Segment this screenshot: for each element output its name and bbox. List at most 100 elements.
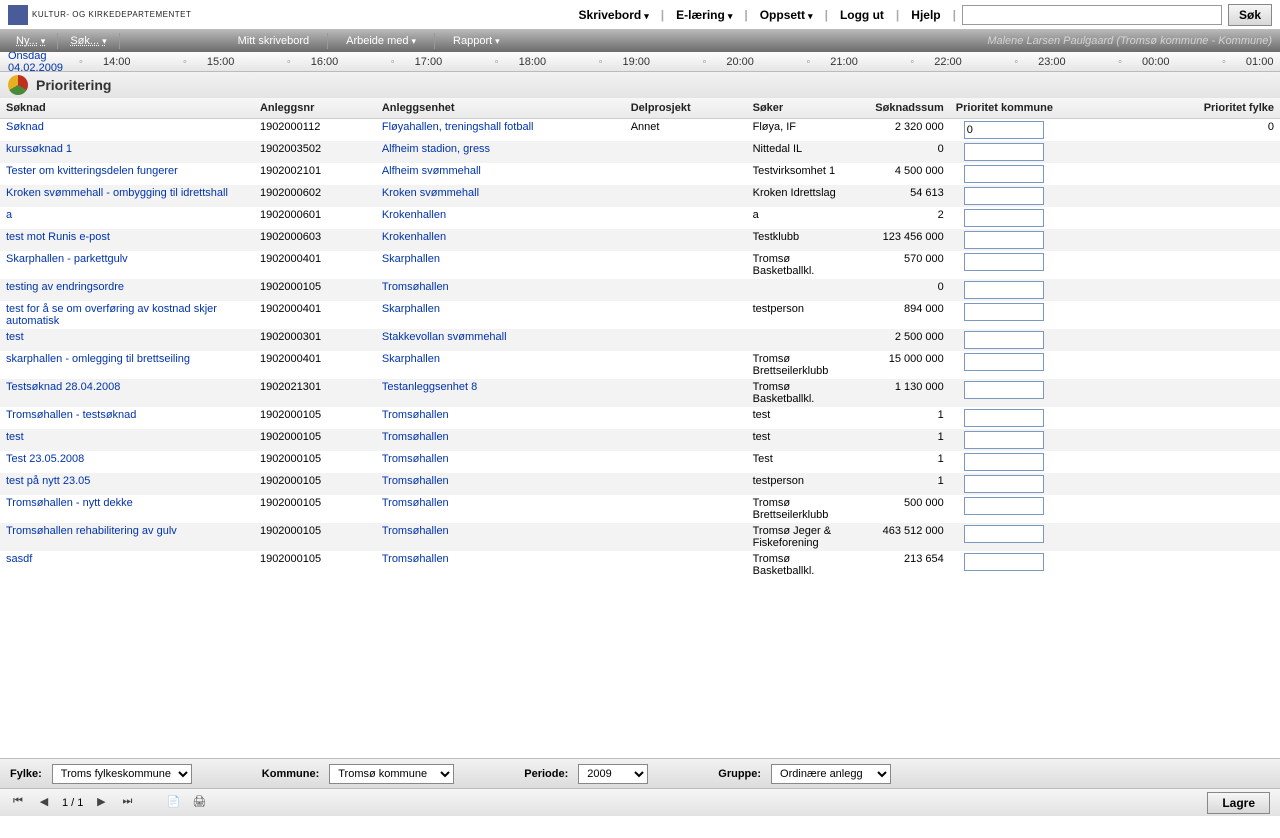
save-button[interactable]: Lagre (1207, 792, 1270, 814)
prioritet-kommune-input[interactable] (964, 121, 1044, 139)
print-icon[interactable]: 🖨 (191, 795, 207, 811)
table-row[interactable]: test på nytt 23.051902000105Tromsøhallen… (0, 473, 1280, 495)
table-row[interactable]: test mot Runis e-post1902000603Krokenhal… (0, 229, 1280, 251)
anleggsenhet-link[interactable]: Skarphallen (382, 253, 440, 265)
table-row[interactable]: kurssøknad 11902003502Alfheim stadion, g… (0, 141, 1280, 163)
table-row[interactable]: test1902000301Stakkevollan svømmehall2 5… (0, 329, 1280, 351)
gruppe-select[interactable]: Ordinære anlegg (771, 764, 891, 784)
search-button[interactable]: Søk (1228, 4, 1272, 26)
menu-ny[interactable]: Ny... (8, 35, 53, 47)
soknad-link[interactable]: Tromsøhallen - nytt dekke (6, 497, 133, 509)
menu-arbeide[interactable]: Arbeide med (332, 35, 430, 47)
nav-last-icon[interactable]: ⏭ (119, 795, 135, 811)
prioritet-kommune-input[interactable] (964, 253, 1044, 271)
prioritet-kommune-input[interactable] (964, 381, 1044, 399)
soknad-link[interactable]: skarphallen - omlegging til brettseiling (6, 353, 190, 365)
menu-mitt[interactable]: Mitt skrivebord (224, 35, 324, 47)
table-row[interactable]: a1902000601Krokenhallena2 (0, 207, 1280, 229)
table-row[interactable]: skarphallen - omlegging til brettseiling… (0, 351, 1280, 379)
soknad-link[interactable]: a (6, 209, 12, 221)
soknad-link[interactable]: Tromsøhallen - testsøknad (6, 409, 136, 421)
soknad-link[interactable]: test (6, 431, 24, 443)
anleggsenhet-link[interactable]: Skarphallen (382, 353, 440, 365)
periode-select[interactable]: 2009 (578, 764, 648, 784)
col-anleggsnr[interactable]: Anleggsnr (254, 98, 376, 119)
anleggsenhet-link[interactable]: Kroken svømmehall (382, 187, 479, 199)
soknad-link[interactable]: test mot Runis e-post (6, 231, 110, 243)
anleggsenhet-link[interactable]: Tromsøhallen (382, 525, 449, 537)
fylke-select[interactable]: Troms fylkeskommune (52, 764, 192, 784)
table-row[interactable]: Tromsøhallen - testsøknad1902000105Troms… (0, 407, 1280, 429)
nav-prev-icon[interactable]: ◀ (36, 795, 52, 811)
date-link[interactable]: Onsdag 04.02.2009 (8, 50, 63, 74)
link-elaering[interactable]: E-læring (670, 8, 738, 22)
link-hjelp[interactable]: Hjelp (905, 8, 946, 22)
kommune-select[interactable]: Tromsø kommune (329, 764, 454, 784)
menu-sok[interactable]: Søk... (62, 35, 114, 47)
table-row[interactable]: Test 23.05.20081902000105TromsøhallenTes… (0, 451, 1280, 473)
table-row[interactable]: Skarphallen - parkettgulv1902000401Skarp… (0, 251, 1280, 279)
soknad-link[interactable]: Søknad (6, 121, 44, 133)
anleggsenhet-link[interactable]: Tromsøhallen (382, 281, 449, 293)
anleggsenhet-link[interactable]: Tromsøhallen (382, 475, 449, 487)
table-row[interactable]: Tromsøhallen - nytt dekke1902000105Troms… (0, 495, 1280, 523)
col-pf[interactable]: Prioritet fylke (1128, 98, 1280, 119)
nav-next-icon[interactable]: ▶ (93, 795, 109, 811)
prioritet-kommune-input[interactable] (964, 209, 1044, 227)
prioritet-kommune-input[interactable] (964, 475, 1044, 493)
anleggsenhet-link[interactable]: Tromsøhallen (382, 453, 449, 465)
anleggsenhet-link[interactable]: Testanleggsenhet 8 (382, 381, 477, 393)
soknad-link[interactable]: test (6, 331, 24, 343)
prioritet-kommune-input[interactable] (964, 165, 1044, 183)
soknad-link[interactable]: kurssøknad 1 (6, 143, 72, 155)
col-delprosjekt[interactable]: Delprosjekt (625, 98, 747, 119)
prioritet-kommune-input[interactable] (964, 231, 1044, 249)
link-loggut[interactable]: Logg ut (834, 8, 890, 22)
prioritet-kommune-input[interactable] (964, 525, 1044, 543)
soknad-link[interactable]: Test 23.05.2008 (6, 453, 84, 465)
table-row[interactable]: testing av endringsordre1902000105Tromsø… (0, 279, 1280, 301)
prioritet-kommune-input[interactable] (964, 187, 1044, 205)
soknad-link[interactable]: test for å se om overføring av kostnad s… (6, 303, 217, 327)
col-pk[interactable]: Prioritet kommune (950, 98, 1128, 119)
soknad-link[interactable]: Tromsøhallen rehabilitering av gulv (6, 525, 177, 537)
prioritet-kommune-input[interactable] (964, 353, 1044, 371)
prioritet-kommune-input[interactable] (964, 303, 1044, 321)
soknad-link[interactable]: Kroken svømmehall - ombygging til idrett… (6, 187, 228, 199)
prioritet-kommune-input[interactable] (964, 143, 1044, 161)
anleggsenhet-link[interactable]: Krokenhallen (382, 209, 446, 221)
menu-rapport[interactable]: Rapport (439, 35, 514, 47)
prioritet-kommune-input[interactable] (964, 431, 1044, 449)
anleggsenhet-link[interactable]: Fløyahallen, treningshall fotball (382, 121, 534, 133)
anleggsenhet-link[interactable]: Tromsøhallen (382, 497, 449, 509)
table-row[interactable]: Testsøknad 28.04.20081902021301Testanleg… (0, 379, 1280, 407)
table-row[interactable]: test for å se om overføring av kostnad s… (0, 301, 1280, 329)
col-soknad[interactable]: Søknad (0, 98, 254, 119)
anleggsenhet-link[interactable]: Stakkevollan svømmehall (382, 331, 507, 343)
table-row[interactable]: Tromsøhallen rehabilitering av gulv19020… (0, 523, 1280, 551)
anleggsenhet-link[interactable]: Skarphallen (382, 303, 440, 315)
prioritet-kommune-input[interactable] (964, 553, 1044, 571)
link-oppsett[interactable]: Oppsett (754, 8, 819, 22)
table-row[interactable]: sasdf1902000105TromsøhallenTromsø Basket… (0, 551, 1280, 579)
soknad-link[interactable]: Skarphallen - parkettgulv (6, 253, 128, 265)
anleggsenhet-link[interactable]: Alfheim svømmehall (382, 165, 481, 177)
prioritet-kommune-input[interactable] (964, 409, 1044, 427)
col-anleggsenhet[interactable]: Anleggsenhet (376, 98, 625, 119)
table-row[interactable]: test1902000105Tromsøhallentest1 (0, 429, 1280, 451)
prioritet-kommune-input[interactable] (964, 453, 1044, 471)
prioritet-kommune-input[interactable] (964, 331, 1044, 349)
prioritet-kommune-input[interactable] (964, 281, 1044, 299)
col-soknadssum[interactable]: Søknadssum (848, 98, 950, 119)
nav-first-icon[interactable]: ⏮ (10, 795, 26, 811)
soknad-link[interactable]: testing av endringsordre (6, 281, 124, 293)
anleggsenhet-link[interactable]: Alfheim stadion, gress (382, 143, 490, 155)
anleggsenhet-link[interactable]: Tromsøhallen (382, 553, 449, 565)
table-row[interactable]: Søknad1902000112Fløyahallen, treningshal… (0, 119, 1280, 142)
anleggsenhet-link[interactable]: Tromsøhallen (382, 431, 449, 443)
soknad-link[interactable]: Tester om kvitteringsdelen fungerer (6, 165, 178, 177)
soknad-link[interactable]: sasdf (6, 553, 32, 565)
anleggsenhet-link[interactable]: Krokenhallen (382, 231, 446, 243)
table-row[interactable]: Tester om kvitteringsdelen fungerer19020… (0, 163, 1280, 185)
link-skrivebord[interactable]: Skrivebord (573, 8, 655, 22)
